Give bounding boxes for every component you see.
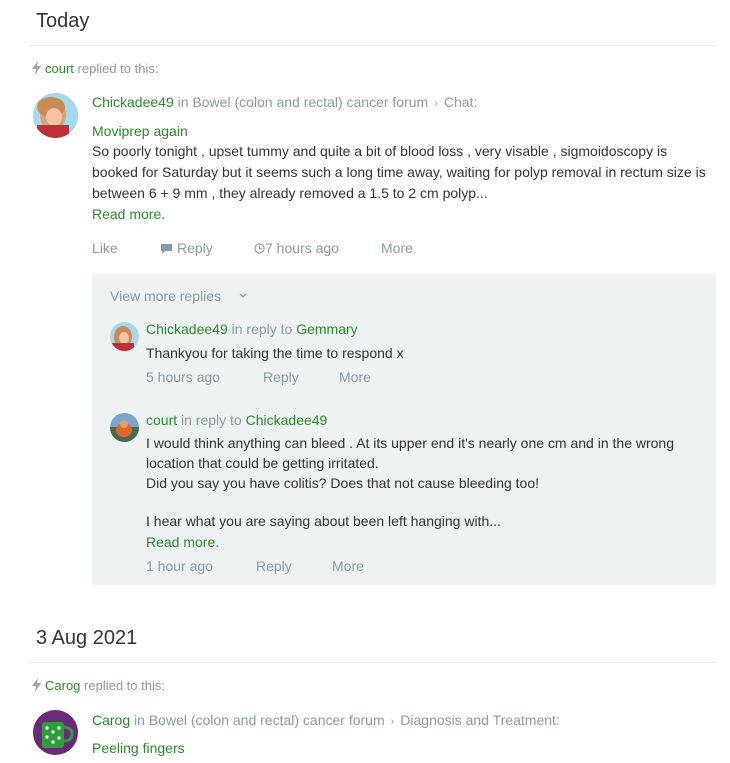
reply-button[interactable]: Reply: [256, 558, 292, 574]
reply-meta: court in reply to Chickadee49: [146, 412, 327, 428]
reply-text: I would think anything can bleed . At it…: [146, 435, 674, 471]
reply-button[interactable]: Reply: [161, 240, 213, 256]
chevron-right-icon: ›: [390, 716, 395, 728]
avatar[interactable]: [33, 93, 78, 138]
post-title[interactable]: Peeling fingers: [92, 740, 185, 756]
author-link[interactable]: Carog: [92, 712, 130, 728]
reply-author-link[interactable]: court: [146, 412, 177, 428]
reply-author-link[interactable]: Chickadee49: [146, 321, 228, 337]
like-button[interactable]: Like: [92, 240, 118, 256]
in-reply-to-label: in reply to: [231, 321, 293, 337]
subforum-link[interactable]: Chat:: [444, 94, 477, 110]
comment-icon: [161, 244, 172, 254]
in-label: in: [134, 712, 145, 728]
section-divider: [30, 45, 716, 46]
date-heading-aug: 3 Aug 2021: [36, 627, 138, 649]
reply-target-link[interactable]: Gemmary: [296, 321, 357, 337]
reply-timestamp[interactable]: 1 hour ago: [146, 558, 213, 574]
reply-text: I hear what you are saying about been le…: [146, 513, 501, 529]
activity-user-link[interactable]: Carog: [45, 678, 80, 693]
avatar[interactable]: [33, 710, 78, 755]
reply-meta: Chickadee49 in reply to Gemmary: [146, 321, 358, 337]
view-more-label: View more replies: [110, 288, 222, 304]
post-title[interactable]: Moviprep again: [92, 123, 188, 139]
author-link[interactable]: Chickadee49: [92, 94, 174, 110]
view-more-replies-button[interactable]: View more replies: [110, 288, 247, 304]
post-meta: Carog in Bowel (colon and rectal) cancer…: [92, 712, 560, 728]
activity-line: Carog replied to this:: [45, 678, 165, 693]
activity-line: court replied to this:: [45, 61, 158, 76]
clock-icon: [254, 243, 265, 254]
more-button[interactable]: More: [332, 558, 364, 574]
avatar[interactable]: [110, 322, 139, 351]
reply-label: Reply: [177, 240, 213, 256]
time-label: 7 hours ago: [265, 240, 339, 256]
post-meta: Chickadee49 in Bowel (colon and rectal) …: [92, 94, 477, 110]
read-more-link[interactable]: Read more.: [146, 534, 219, 550]
reply-button[interactable]: Reply: [263, 369, 299, 385]
forum-link[interactable]: Bowel (colon and rectal) cancer forum: [192, 94, 428, 110]
in-label: in: [177, 94, 189, 110]
post-timestamp[interactable]: 7 hours ago: [254, 240, 339, 256]
forum-link[interactable]: Bowel (colon and rectal) cancer forum: [149, 712, 385, 728]
chevron-down-icon: [239, 293, 247, 298]
activity-user-link[interactable]: court: [45, 61, 74, 76]
reply-text: Thankyou for taking the time to respond …: [146, 345, 404, 361]
lightning-icon: [32, 61, 41, 75]
reply-timestamp[interactable]: 5 hours ago: [146, 369, 220, 385]
activity-text: replied to this:: [77, 61, 159, 76]
avatar[interactable]: [110, 413, 139, 442]
reply-target-link[interactable]: Chickadee49: [246, 412, 328, 428]
date-heading-today: Today: [36, 10, 90, 32]
subforum-link[interactable]: Diagnosis and Treatment:: [400, 712, 560, 728]
post-excerpt: So poorly tonight , upset tummy and quit…: [92, 143, 706, 201]
activity-text: replied to this:: [84, 678, 165, 693]
chevron-right-icon: ›: [434, 98, 438, 110]
more-button[interactable]: More: [339, 369, 371, 385]
more-button[interactable]: More: [381, 240, 413, 256]
in-reply-to-label: in reply to: [181, 412, 242, 428]
lightning-icon: [32, 678, 41, 692]
read-more-link[interactable]: Read more.: [92, 206, 165, 222]
section-divider: [30, 662, 716, 663]
reply-text: Did you say you have colitis? Does that …: [146, 475, 540, 491]
